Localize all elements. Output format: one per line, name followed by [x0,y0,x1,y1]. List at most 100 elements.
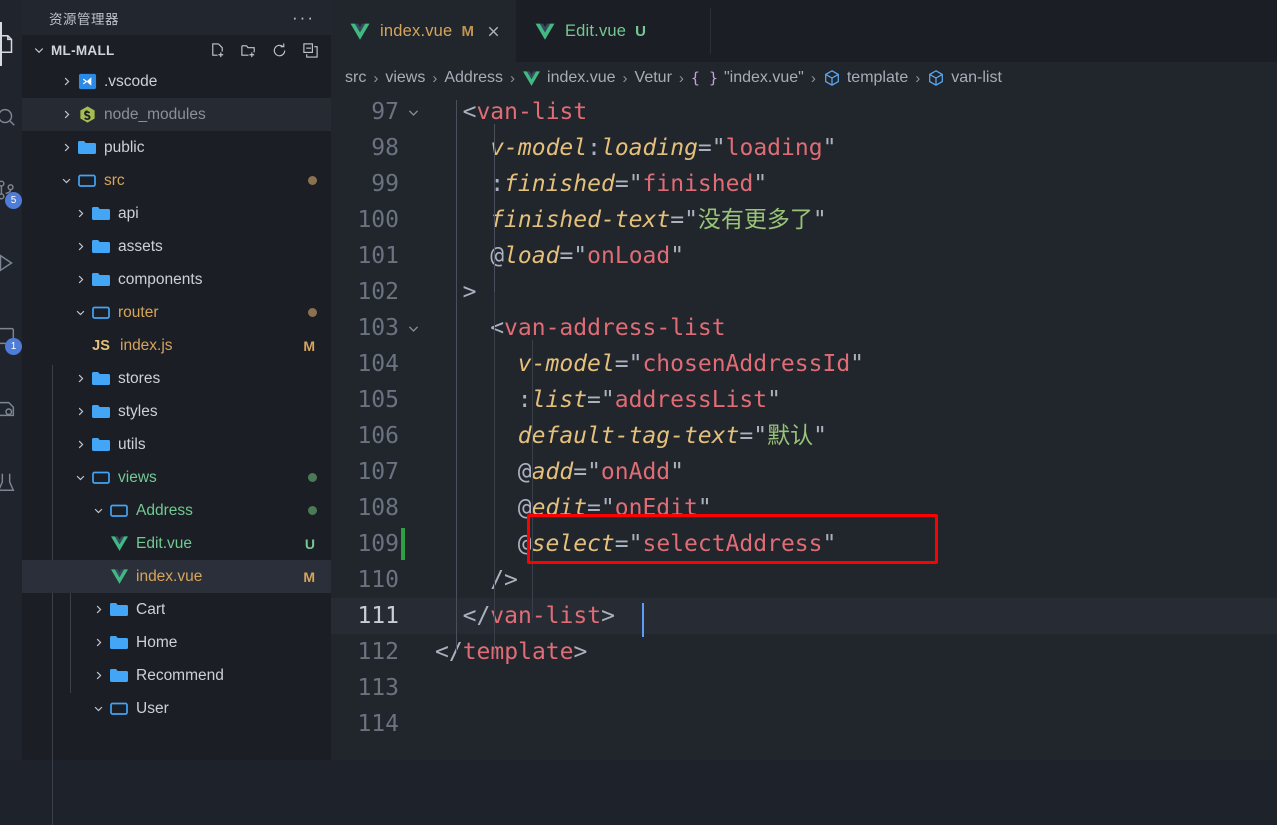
test-icon[interactable] [0,460,22,504]
run-debug-icon[interactable] [0,241,22,285]
chevron-right-icon[interactable] [56,142,76,153]
collapse-all-icon[interactable] [302,42,319,59]
tree-item-src[interactable]: src [22,164,331,197]
tree-item-views[interactable]: views [22,461,331,494]
new-file-icon[interactable] [209,42,226,59]
git-decoration: M [303,568,315,585]
code-line[interactable]: 105:list="addressList" [331,382,1277,418]
tree-item-api[interactable]: api [22,197,331,230]
chevron-down-icon[interactable] [70,472,90,483]
code-line[interactable]: 112 </template> [331,634,1277,670]
tree-item-index-js[interactable]: JS index.js M [22,329,331,362]
breadcrumb-item-van-list[interactable]: van-list [927,69,1002,87]
symbol-cube-icon [823,69,841,87]
tree-item-node-modules[interactable]: node_modules [22,98,331,131]
tab-edit-vue[interactable]: Edit.vue U [515,0,661,62]
chevron-down-icon[interactable] [30,44,48,56]
tree-item-public[interactable]: public [22,131,331,164]
explorer-icon[interactable] [0,22,22,66]
code-line[interactable]: 104 v-model="chosenAddressId" [331,346,1277,382]
code-line-text: v-model="chosenAddressId" [517,351,865,377]
breadcrumb-item-vetur[interactable]: Vetur [635,69,672,87]
breadcrumb-item-index-vue[interactable]: index.vue [522,69,616,87]
code-line[interactable]: 109 @select="selectAddress" [331,526,1277,562]
tree-item-home[interactable]: Home [22,626,331,659]
line-number: 99 [371,171,399,197]
search-icon[interactable] [0,95,22,139]
code-line[interactable]: 98 v-model:loading="loading" [331,130,1277,166]
code-line[interactable]: 113 [331,670,1277,706]
line-number: 97 [371,99,399,125]
code-line[interactable]: 97 <van-list [331,94,1277,130]
code-line[interactable]: 114 [331,706,1277,742]
tree-item-label: src [104,171,125,189]
tree-item-stores[interactable]: stores [22,362,331,395]
tree-item-styles[interactable]: styles [22,395,331,428]
breadcrumb-item-src[interactable]: src [345,69,366,87]
chevron-right-icon[interactable] [88,670,108,681]
tree-item-router[interactable]: router [22,296,331,329]
new-folder-icon[interactable] [240,42,257,59]
code-line[interactable]: 111 </van-list> [331,598,1277,634]
refresh-icon[interactable] [271,42,288,59]
chevron-right-icon[interactable] [88,604,108,615]
tab-index-vue[interactable]: index.vue M [331,0,516,62]
chevron-right-icon[interactable] [56,109,76,120]
folder-icon [90,370,112,387]
tree-item-user[interactable]: User [22,692,331,725]
line-number: 102 [357,279,399,305]
tree-item-assets[interactable]: assets [22,230,331,263]
chevron-right-icon[interactable] [70,208,90,219]
tree-item-label: index.js [120,336,173,354]
chevron-down-icon[interactable] [88,505,108,516]
fold-chevron-down-icon[interactable] [407,310,425,346]
chevron-down-icon[interactable] [70,307,90,318]
chevron-right-icon[interactable] [70,241,90,252]
line-number: 114 [357,711,399,737]
tree-item-components[interactable]: components [22,263,331,296]
vue-file-icon [522,70,541,87]
code-line[interactable]: 107 @add="onAdd" [331,454,1277,490]
tree-item-edit-vue[interactable]: Edit.vue U [22,527,331,560]
folder-icon [108,634,130,651]
code-line[interactable]: 106 default-tag-text="默认" [331,418,1277,454]
code-line[interactable]: 108 @edit="onEdit" [331,490,1277,526]
tree-item-index-vue[interactable]: index.vue M [22,560,331,593]
code-line-text: <van-list [462,99,588,125]
breadcrumb-item-file-symbol[interactable]: { } "index.vue" [691,69,804,87]
tree-item-utils[interactable]: utils [22,428,331,461]
tree-item-address[interactable]: Address [22,494,331,527]
indent-guide [494,292,495,654]
remote-explorer-icon[interactable] [0,387,22,431]
code-line[interactable]: 99:finished="finished" [331,166,1277,202]
chevron-down-icon[interactable] [56,175,76,186]
code-line[interactable]: 110/> [331,562,1277,598]
tree-item-vscode[interactable]: .vscode [22,65,331,98]
code-line[interactable]: 101 @load="onLoad" [331,238,1277,274]
code-line[interactable]: 100 finished-text="没有更多了" [331,202,1277,238]
breadcrumb-item-views[interactable]: views [385,69,425,87]
breadcrumb-item-address[interactable]: Address [444,69,503,87]
code-line-text: :list="addressList" [517,387,781,413]
chevron-right-icon[interactable] [70,274,90,285]
chevron-right-icon[interactable] [88,637,108,648]
code-line-text: @load="onLoad" [490,243,685,269]
chevron-right-icon[interactable] [70,373,90,384]
chevron-down-icon[interactable] [88,703,108,714]
fold-chevron-down-icon[interactable] [407,94,425,130]
code-line[interactable]: 103 <van-address-list [331,310,1277,346]
tree-item-recommend[interactable]: Recommend [22,659,331,692]
code-line[interactable]: 102 > [331,274,1277,310]
breadcrumb-item-template[interactable]: template [823,69,908,87]
breadcrumb-label: index.vue [547,69,616,86]
explorer-root-header[interactable]: ML-MALL [22,35,331,65]
chevron-right-icon[interactable] [70,439,90,450]
sidebar-more-actions-icon[interactable]: ··· [292,9,321,26]
chevron-right-icon: › [432,69,438,87]
chevron-right-icon[interactable] [70,406,90,417]
chevron-right-icon[interactable] [56,76,76,87]
tree-item-label: User [136,699,169,717]
close-icon[interactable] [486,23,502,39]
code-editor[interactable]: 97 <van-list 98 v-model:loading="loading" 99… [331,94,1277,760]
tree-item-cart[interactable]: Cart [22,593,331,626]
